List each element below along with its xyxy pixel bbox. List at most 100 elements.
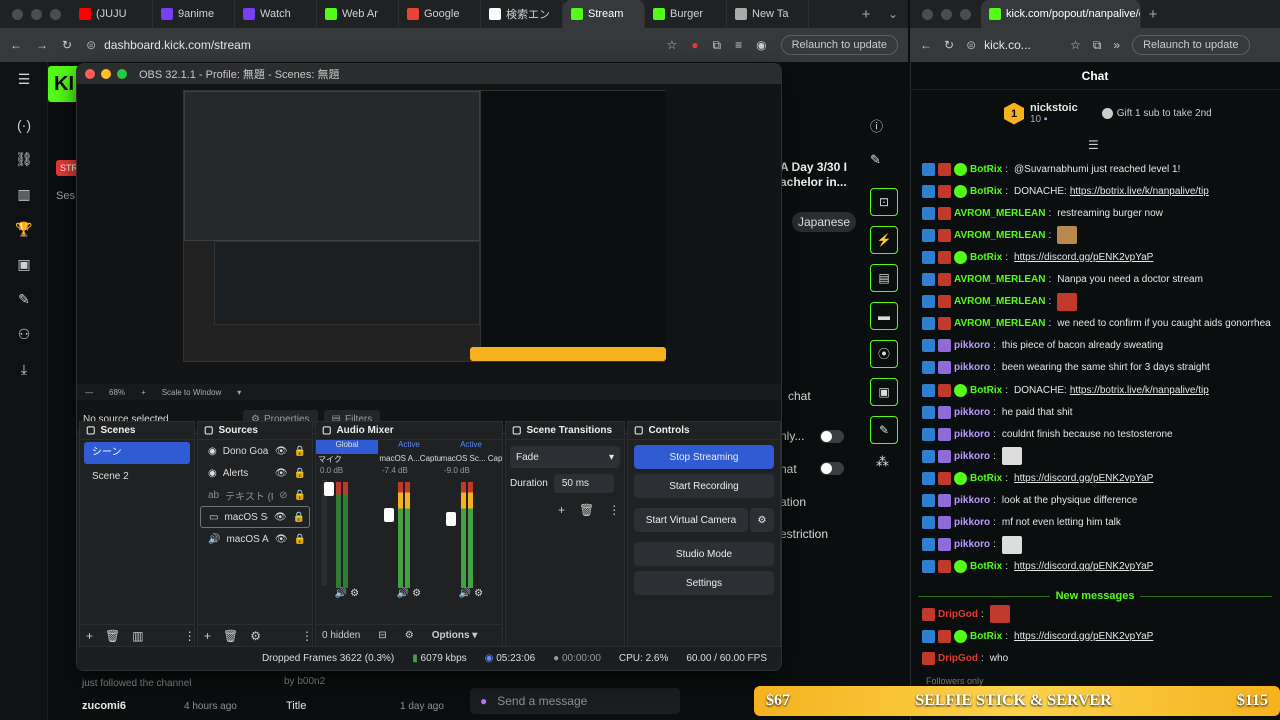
speaker-icon[interactable]: 🔊 ⚙ [397, 588, 421, 599]
video-icon[interactable]: ▣ [0, 247, 48, 282]
source-item[interactable]: 🔊macOS Aud👁🔒 [200, 528, 310, 550]
minimize-icon[interactable] [101, 69, 111, 79]
chat-username[interactable]: AVROM_MERLEAN [954, 318, 1045, 329]
new-tab-icon[interactable]: + [854, 6, 878, 23]
lock-icon[interactable]: 🔒 [294, 468, 306, 479]
send-message-input[interactable]: ● Send a message [470, 688, 680, 714]
bookmark-star-icon[interactable]: ☆ [666, 38, 677, 52]
lock-icon[interactable]: 🔒 [294, 446, 306, 457]
source-item[interactable]: abテキスト (Fr⊘🔒 [200, 484, 310, 506]
bookmark-star-icon[interactable]: ☆ [1070, 38, 1081, 52]
trash-icon[interactable]: 🗑 [579, 503, 594, 517]
chat-username[interactable]: BotRix [970, 385, 1002, 396]
settings-button[interactable]: Settings [634, 571, 774, 595]
mic-icon[interactable]: ● [480, 694, 487, 708]
browser-tab[interactable]: 検索エン [481, 0, 563, 28]
chat-link[interactable]: https://discord.gg/pENK2vpYaP [1014, 561, 1153, 572]
chat-username[interactable]: pikkoro [954, 539, 990, 550]
add-icon[interactable]: + [558, 503, 565, 517]
chat-username[interactable]: pikkoro [954, 340, 990, 351]
chat-username[interactable]: pikkoro [954, 429, 990, 440]
edit-icon[interactable]: ✎ [870, 152, 898, 178]
obs-preview[interactable]: —68% + Scale to Window ▾ No source selected… [77, 84, 781, 434]
browser-tab[interactable]: Google [399, 0, 481, 28]
volume-fader[interactable] [324, 482, 334, 496]
trophy-icon[interactable]: 🏆 [0, 212, 48, 247]
chat-link[interactable]: https://discord.gg/pENK2vpYaP [1014, 473, 1153, 484]
chat-username[interactable]: BotRix [970, 631, 1002, 642]
more-icon[interactable]: ⋮ [184, 629, 196, 643]
broadcast-icon[interactable]: ⦿ [870, 340, 898, 368]
eye-icon[interactable]: 👁 [275, 446, 288, 457]
chat-link[interactable]: https://botrix.live/k/nanpalive/tip [1070, 385, 1209, 396]
info-icon[interactable]: ⓘ [870, 116, 898, 142]
volume-fader[interactable] [446, 512, 456, 526]
reload-icon[interactable]: ↻ [62, 38, 72, 52]
menu-icon[interactable]: ☰ [0, 62, 48, 97]
apps-icon[interactable]: ⁂ [870, 454, 898, 480]
chat-username[interactable]: AVROM_MERLEAN [954, 274, 1045, 285]
speaker-icon[interactable]: 🔊 ⚙ [335, 588, 359, 599]
eye-icon[interactable]: 👁 [274, 512, 287, 523]
options-button[interactable]: Options ▾ [432, 630, 478, 641]
chat-username[interactable]: pikkoro [954, 451, 990, 462]
chat-icon[interactable]: ▬ [870, 302, 898, 330]
filter-icon[interactable]: ▥ [132, 629, 143, 643]
chat-username[interactable]: AVROM_MERLEAN [954, 296, 1045, 307]
chat-username[interactable]: DripGod [938, 653, 978, 664]
tag-chip[interactable]: Japanese [792, 212, 857, 232]
extension-icon[interactable]: ⧉ [1093, 38, 1102, 53]
media-icon[interactable]: ▣ [870, 378, 898, 406]
tab-search-icon[interactable]: ⌄ [878, 7, 908, 21]
browser-tab[interactable]: New Ta [727, 0, 809, 28]
lightning-icon[interactable]: ⚡ [870, 226, 898, 254]
profile-icon[interactable]: ◉ [756, 38, 766, 52]
chat-username[interactable]: BotRix [970, 186, 1002, 197]
chat-username[interactable]: pikkoro [954, 495, 990, 506]
chat-link[interactable]: https://botrix.live/k/nanpalive/tip [1070, 186, 1209, 197]
source-item[interactable]: ▭macOS Scre👁🔒 [200, 506, 310, 528]
chat-username[interactable]: BotRix [970, 561, 1002, 572]
scene-item[interactable]: シーン [84, 442, 190, 464]
chat-link[interactable]: https://discord.gg/pENK2vpYaP [1014, 252, 1153, 263]
speaker-icon[interactable]: 🔊 ⚙ [459, 588, 483, 599]
activity-user[interactable]: zucomi6 [82, 700, 126, 712]
trash-icon[interactable]: 🗑 [105, 629, 120, 643]
gear-icon[interactable]: ⚙ [750, 508, 774, 532]
toggle-1[interactable] [820, 430, 844, 443]
relaunch-button[interactable]: Relaunch to update [1132, 35, 1250, 55]
url-field[interactable]: ⊜ kick.co... [966, 38, 1058, 52]
chat-username[interactable]: AVROM_MERLEAN [954, 208, 1045, 219]
close-icon[interactable] [85, 69, 95, 79]
stop-streaming-button[interactable]: Stop Streaming [634, 445, 774, 469]
back-icon[interactable]: ← [10, 38, 22, 52]
chat-username[interactable]: DripGod [938, 609, 978, 620]
chat-username[interactable]: pikkoro [954, 517, 990, 528]
browser-tab[interactable]: Web Ar [317, 0, 399, 28]
browser-tab[interactable]: Watch [235, 0, 317, 28]
chat-link[interactable]: https://discord.gg/pENK2vpYaP [1014, 631, 1153, 642]
source-item[interactable]: ◉ Alerts 👁 🔒 [200, 462, 310, 484]
back-icon[interactable]: ← [920, 38, 932, 52]
toggle-2[interactable] [820, 462, 844, 475]
chat-username[interactable]: BotRix [970, 473, 1002, 484]
scene-item[interactable]: Scene 2 [84, 466, 190, 488]
duration-input[interactable]: 50 ms [553, 474, 614, 493]
lock-icon[interactable]: 🔒 [294, 534, 306, 545]
start-recording-button[interactable]: Start Recording [634, 474, 774, 498]
browser-tab[interactable]: (JUJU [71, 0, 153, 28]
link-icon[interactable]: ⛓ [0, 142, 48, 177]
add-icon[interactable]: + [204, 629, 211, 643]
gift-cta[interactable]: Gift 1 sub to take 2nd [1101, 108, 1212, 119]
browser-tab[interactable]: 9anime [153, 0, 235, 28]
transition-select[interactable]: Fade ▾ [510, 446, 620, 468]
volume-fader[interactable] [384, 508, 394, 522]
more-icon[interactable]: ⋮ [608, 503, 620, 517]
chat-username[interactable]: AVROM_MERLEAN [954, 230, 1045, 241]
camera-icon[interactable]: ⊡ [870, 188, 898, 216]
maximize-icon[interactable] [117, 69, 127, 79]
studio-mode-button[interactable]: Studio Mode [634, 542, 774, 566]
more-icon[interactable]: ⋮ [301, 629, 313, 643]
reload-icon[interactable]: ↻ [944, 38, 954, 52]
chat-username[interactable]: pikkoro [954, 362, 990, 373]
